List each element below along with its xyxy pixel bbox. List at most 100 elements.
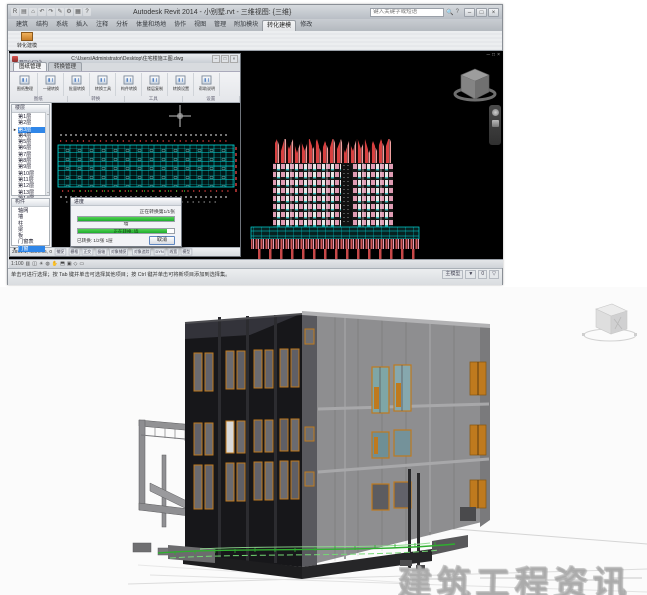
view-window-button[interactable]: × bbox=[497, 52, 500, 58]
qat-icon[interactable]: R bbox=[11, 8, 19, 16]
status-right-item[interactable]: 0 bbox=[478, 270, 487, 279]
status-toggle[interactable]: 模型 bbox=[181, 249, 192, 256]
ribbon-tab[interactable]: 系统 bbox=[52, 20, 72, 31]
members-list: 构件 轴网墙柱梁板门窗表门窗 bbox=[11, 198, 50, 246]
view-window-button[interactable]: □ bbox=[492, 52, 495, 58]
status-right-item[interactable]: 主模型 bbox=[442, 270, 463, 279]
view-control-icon[interactable]: ▥ bbox=[26, 260, 31, 268]
window-control-button[interactable]: × bbox=[488, 8, 499, 17]
view-control-icon[interactable]: ☀ bbox=[39, 260, 43, 268]
floors-scrollbar[interactable] bbox=[45, 112, 49, 195]
qat-icon[interactable]: ⚙ bbox=[65, 8, 73, 16]
ribbon-tab[interactable]: 附加模块 bbox=[230, 20, 262, 31]
plugin-tab[interactable]: 转换管理 bbox=[48, 62, 82, 71]
status-toggle[interactable]: 对象捕捉 bbox=[109, 249, 128, 256]
status-toggles: 捕捉栅格正交极轴对象捕捉对象追踪DYN线宽模型 bbox=[54, 248, 193, 256]
plugin-ribbon-button[interactable]: 图纸整理 bbox=[12, 73, 38, 96]
building-model bbox=[0, 287, 647, 595]
plugin-ribbon-button[interactable]: 批量转换 bbox=[64, 73, 90, 96]
window-title: Autodesk Revit 2014 - 小别墅.rvt - 三维视图: {三… bbox=[133, 7, 291, 17]
plugin-ribbon-button[interactable]: 楼层复制 bbox=[142, 73, 168, 96]
ribbon-tab[interactable]: 注释 bbox=[92, 20, 112, 31]
plugin-ribbon-button[interactable]: 一键转换 bbox=[38, 73, 64, 96]
plugin-window-button[interactable]: □ bbox=[221, 55, 229, 63]
cancel-button[interactable]: 取消 bbox=[149, 236, 175, 245]
ribbon-tab[interactable]: 插入 bbox=[72, 20, 92, 31]
ribbon-tab[interactable]: 管理 bbox=[210, 20, 230, 31]
status-toggle[interactable]: DYN bbox=[153, 249, 165, 256]
qat-icon[interactable]: ↷ bbox=[47, 8, 55, 16]
viewcube[interactable] bbox=[451, 61, 499, 107]
view-window-button[interactable]: ─ bbox=[487, 52, 491, 58]
qat-icon[interactable]: ⌂ bbox=[29, 8, 37, 16]
ribbon-group-label: 工具 bbox=[125, 96, 183, 102]
status-right-item[interactable]: ▼ bbox=[465, 270, 476, 279]
steering-wheel-icon[interactable] bbox=[492, 109, 499, 116]
plugin-ribbon-button[interactable]: 帮助说明 bbox=[194, 73, 220, 96]
view-control-icon[interactable]: ◍ bbox=[45, 260, 49, 268]
qat-icon[interactable]: ✎ bbox=[56, 8, 64, 16]
view-window-controls: ─□× bbox=[487, 52, 501, 58]
revit-titlebar: R▤⌂↶↷✎⚙▦? Autodesk Revit 2014 - 小别墅.rvt … bbox=[8, 5, 502, 19]
ribbon-tab[interactable]: 视图 bbox=[190, 20, 210, 31]
ribbon-tab[interactable]: 建筑 bbox=[12, 20, 32, 31]
view-control-icon[interactable]: ⬒ bbox=[60, 260, 65, 268]
tool-icon bbox=[46, 76, 56, 85]
qat-icon[interactable]: ▦ bbox=[74, 8, 82, 16]
view-control-icon[interactable]: 1:100 bbox=[11, 260, 24, 268]
view-control-icon[interactable]: ✋ bbox=[52, 260, 58, 268]
plugin-ribbon-button[interactable]: 转换工具 bbox=[90, 73, 116, 96]
plugin-ribbon-button[interactable]: 转换设置 bbox=[168, 73, 194, 96]
ribbon-big-button[interactable]: 转化建模 bbox=[14, 32, 40, 50]
window-control-button[interactable]: □ bbox=[476, 8, 487, 17]
screenshot-root: R▤⌂↶↷✎⚙▦? Autodesk Revit 2014 - 小别墅.rvt … bbox=[0, 0, 647, 595]
model-3d-pink-building[interactable] bbox=[245, 131, 425, 259]
plugin-window-button[interactable]: × bbox=[230, 55, 238, 63]
status-toggle[interactable]: 捕捉 bbox=[55, 249, 66, 256]
navigation-bar[interactable] bbox=[489, 105, 501, 145]
qat-icon[interactable]: ↶ bbox=[38, 8, 46, 16]
plugin-ribbon-button[interactable]: 构件转换 bbox=[116, 73, 142, 96]
ribbon-tab[interactable]: 结构 bbox=[32, 20, 52, 31]
window-controls: –□× bbox=[464, 8, 499, 17]
search-icon[interactable]: 🔍 bbox=[446, 9, 453, 16]
qat-icon[interactable]: ▤ bbox=[20, 8, 28, 16]
status-right-item[interactable]: ▽ bbox=[489, 270, 499, 279]
ribbon-tab[interactable]: 体量和场地 bbox=[132, 20, 170, 31]
plugin-tab[interactable]: 图纸管理 bbox=[13, 62, 47, 71]
status-toggle[interactable]: 栅格 bbox=[68, 249, 79, 256]
plugin-ribbon-groups: 图纸转换工具设置 bbox=[10, 96, 240, 102]
building-3d-view[interactable]: 建筑工程资讯 bbox=[0, 287, 647, 595]
status-toggle[interactable]: 极轴 bbox=[95, 249, 106, 256]
revit-3d-viewport[interactable]: ─□× bbox=[9, 51, 503, 259]
ribbon-group-label: 设置 bbox=[183, 96, 241, 102]
plugin-tab-bar: 图纸管理转换管理 bbox=[10, 63, 240, 72]
view-control-icon[interactable]: ◫ bbox=[32, 260, 37, 268]
tool-icon bbox=[72, 76, 82, 85]
ribbon-tab[interactable]: 修改 bbox=[296, 20, 316, 31]
status-toggle[interactable]: 对象追踪 bbox=[132, 249, 151, 256]
plugin-title: C:\Users\Administrator\Desktop\住宅楼施工图.dw… bbox=[71, 55, 183, 62]
viewcube-bottom bbox=[582, 304, 637, 341]
cad-canvas[interactable]: 进度 正在转换第1/1张 墙 正在转换: 墙 已转换: 1/2张 1层 取消 bbox=[52, 103, 240, 247]
status-toggle[interactable]: 线宽 bbox=[167, 249, 178, 256]
qat-icon[interactable]: ? bbox=[83, 8, 91, 16]
tool-icon bbox=[202, 76, 212, 85]
search-input[interactable] bbox=[370, 8, 444, 17]
zoom-icon[interactable] bbox=[492, 120, 499, 127]
ribbon-tab[interactable]: 分析 bbox=[112, 20, 132, 31]
view-control-icon[interactable]: ▣ bbox=[67, 260, 72, 268]
window-control-button[interactable]: – bbox=[464, 8, 475, 17]
view-control-bar: 1:100▥◫☀◍✋⬒▣◇▭ bbox=[9, 259, 503, 268]
help-icon[interactable]: ? bbox=[456, 9, 459, 15]
plugin-window-button[interactable]: – bbox=[212, 55, 220, 63]
view-control-icon[interactable]: ◇ bbox=[74, 260, 78, 268]
view-control-icon[interactable]: ▭ bbox=[79, 260, 84, 268]
ribbon-tab[interactable]: 协作 bbox=[170, 20, 190, 31]
plugin-app-icon bbox=[12, 56, 18, 62]
progress-bar-1 bbox=[77, 216, 175, 222]
plugin-ribbon-buttons: 图纸整理 一键转换 批量转换 转换工具 构件转换 bbox=[12, 73, 220, 96]
member-item[interactable]: 门窗 bbox=[18, 246, 45, 252]
ribbon-tab[interactable]: 转化建模 bbox=[262, 20, 296, 31]
status-toggle[interactable]: 正交 bbox=[82, 249, 93, 256]
